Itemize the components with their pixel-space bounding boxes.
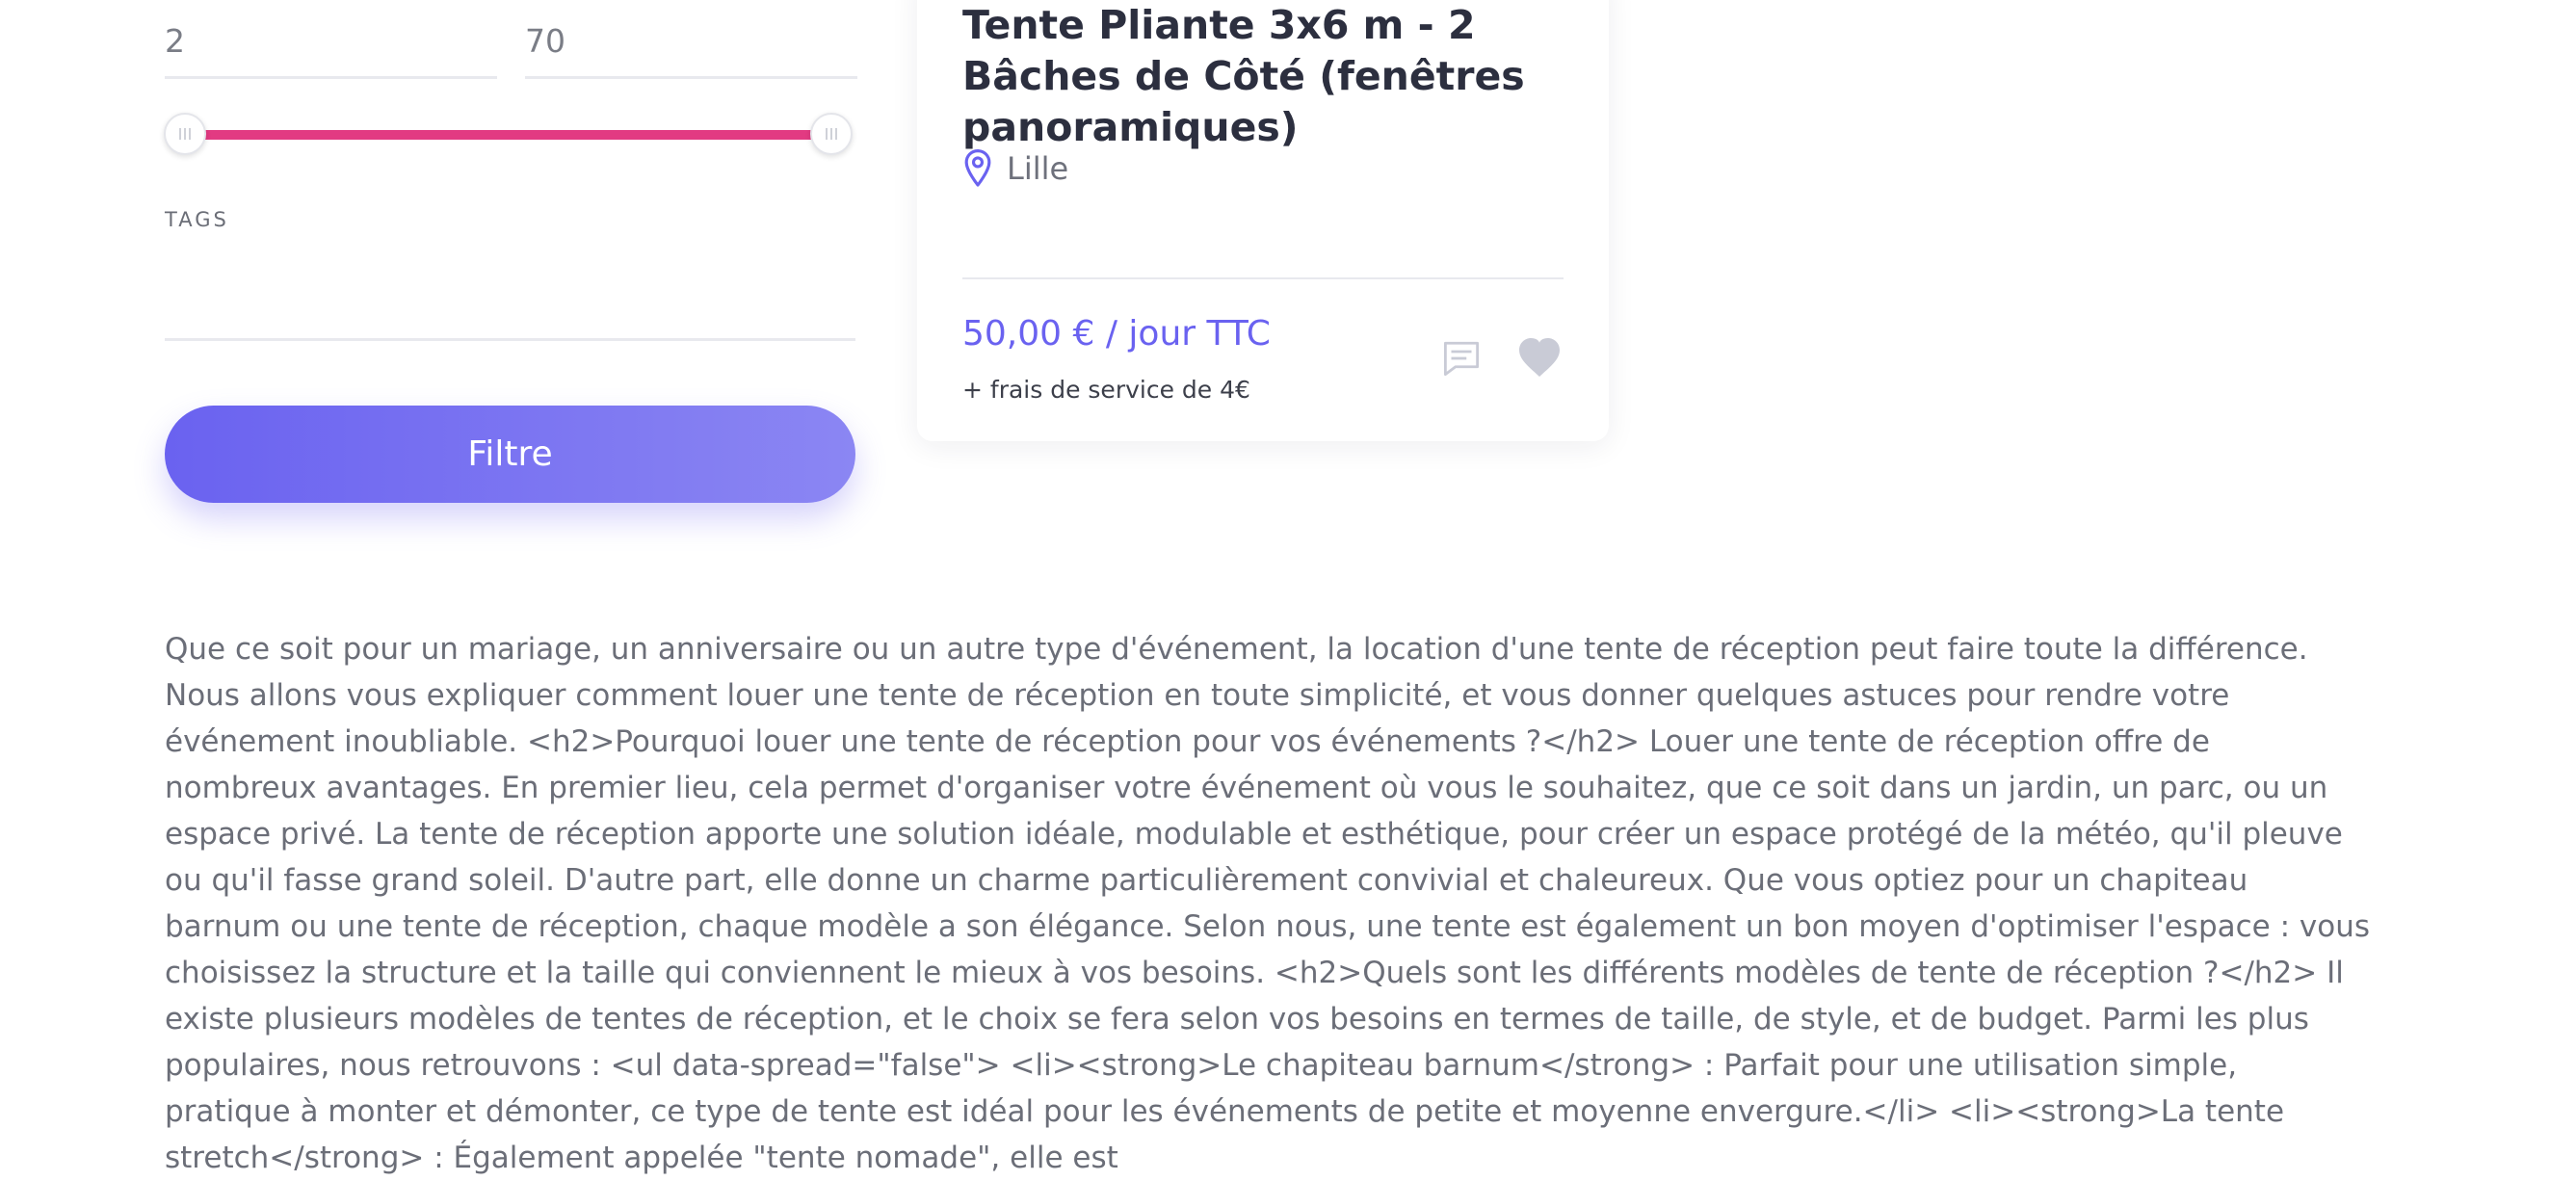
product-card[interactable]: Tente Pliante 3x6 m - 2 Bâches de Côté (… xyxy=(917,0,1609,441)
map-pin-icon xyxy=(964,149,991,187)
grip-line xyxy=(826,128,828,140)
grip-line xyxy=(835,128,837,140)
grip-line xyxy=(189,128,191,140)
price-max-handle[interactable] xyxy=(810,113,853,155)
price-min-value: 2 xyxy=(165,17,497,79)
tags-input[interactable] xyxy=(165,270,855,341)
product-price: 50,00 € / jour TTC xyxy=(962,314,1271,354)
location-text: Lille xyxy=(1007,150,1069,187)
service-fee: + frais de service de 4€ xyxy=(962,376,1250,404)
grip-line xyxy=(184,128,186,140)
card-divider xyxy=(962,277,1564,279)
grip-line xyxy=(179,128,181,140)
price-min-handle[interactable] xyxy=(164,113,206,155)
heart-icon[interactable] xyxy=(1516,335,1563,378)
price-max-value: 70 xyxy=(525,17,857,79)
comment-icon[interactable] xyxy=(1441,338,1482,379)
filter-button[interactable]: Filtre xyxy=(165,406,855,503)
product-location: Lille xyxy=(962,148,1068,189)
price-range-track[interactable] xyxy=(185,130,833,140)
product-title[interactable]: Tente Pliante 3x6 m - 2 Bâches de Côté (… xyxy=(962,0,1579,153)
grip-line xyxy=(830,128,832,140)
seo-description: Que ce soit pour un mariage, un annivers… xyxy=(165,632,2371,1175)
tags-label: TAGS xyxy=(165,208,229,231)
